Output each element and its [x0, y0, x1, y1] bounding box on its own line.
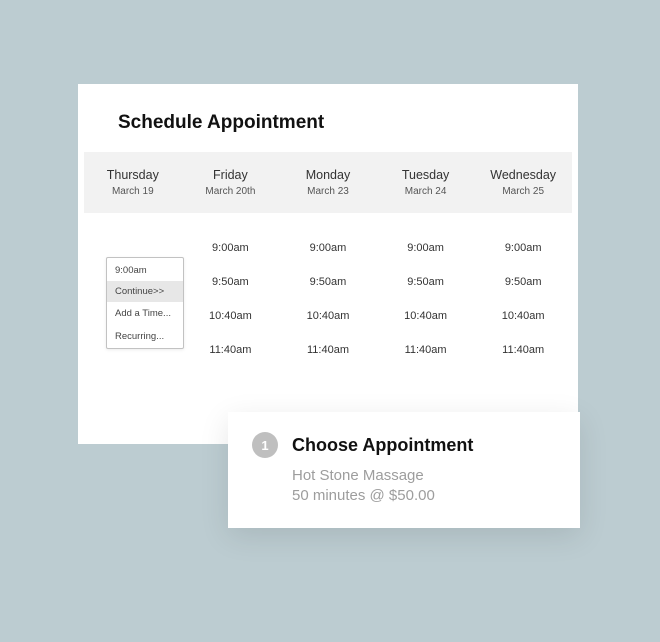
time-column: 9:00am 9:50am 10:40am 11:40am [279, 231, 377, 367]
time-slot[interactable]: 11:40am [474, 333, 572, 367]
time-slot[interactable]: 11:40am [182, 333, 280, 367]
day-name: Thursday [84, 168, 182, 182]
popover-selected-time: 9:00am [107, 258, 183, 281]
time-slot[interactable]: 11:40am [279, 333, 377, 367]
day-date: March 24 [377, 186, 475, 197]
time-slot[interactable]: 9:00am [182, 231, 280, 265]
schedule-title: Schedule Appointment [78, 84, 578, 152]
continue-button[interactable]: Continue>> [107, 281, 183, 302]
time-slot[interactable]: 9:00am [474, 231, 572, 265]
add-time-button[interactable]: Add a Time... [107, 302, 183, 325]
time-slot[interactable]: 10:40am [182, 299, 280, 333]
appointment-card: 1 Choose Appointment Hot Stone Massage 5… [228, 412, 580, 528]
time-slot[interactable]: 11:40am [377, 333, 475, 367]
day-date: March 25 [474, 186, 572, 197]
time-slot[interactable]: 10:40am [474, 299, 572, 333]
time-slot[interactable]: 9:00am [377, 231, 475, 265]
appointment-title: Choose Appointment [292, 435, 473, 456]
day-date: March 23 [279, 186, 377, 197]
day-date: March 19 [84, 186, 182, 197]
day-column[interactable]: Tuesday March 24 [377, 168, 475, 197]
time-slot[interactable]: 9:50am [377, 265, 475, 299]
time-column: 9:00am 9:50am 10:40am 11:40am [377, 231, 475, 367]
time-slot[interactable]: 9:50am [182, 265, 280, 299]
appointment-service: Hot Stone Massage [292, 466, 556, 486]
day-column[interactable]: Thursday March 19 [84, 168, 182, 197]
timeslot-popover: 9:00am Continue>> Add a Time... Recurrin… [106, 257, 184, 349]
day-column[interactable]: Wednesday March 25 [474, 168, 572, 197]
time-slot[interactable]: 10:40am [377, 299, 475, 333]
step-badge: 1 [252, 432, 278, 458]
time-slot[interactable]: 9:00am [279, 231, 377, 265]
appointment-details: 50 minutes @ $50.00 [292, 486, 556, 506]
day-date: March 20th [182, 186, 280, 197]
day-name: Friday [182, 168, 280, 182]
day-name: Monday [279, 168, 377, 182]
recurring-button[interactable]: Recurring... [107, 325, 183, 348]
time-slot[interactable]: 10:40am [279, 299, 377, 333]
time-column: 9:00am 9:50am 10:40am 11:40am [182, 231, 280, 367]
days-header: Thursday March 19 Friday March 20th Mond… [84, 152, 572, 213]
time-slot[interactable]: 9:50am [279, 265, 377, 299]
appointment-summary: Hot Stone Massage 50 minutes @ $50.00 [292, 466, 556, 507]
day-name: Wednesday [474, 168, 572, 182]
day-column[interactable]: Friday March 20th [182, 168, 280, 197]
day-column[interactable]: Monday March 23 [279, 168, 377, 197]
time-column: 9:00am 9:50am 10:40am 11:40am [474, 231, 572, 367]
day-name: Tuesday [377, 168, 475, 182]
appointment-header: 1 Choose Appointment [252, 432, 556, 458]
time-slot[interactable]: 9:50am [474, 265, 572, 299]
